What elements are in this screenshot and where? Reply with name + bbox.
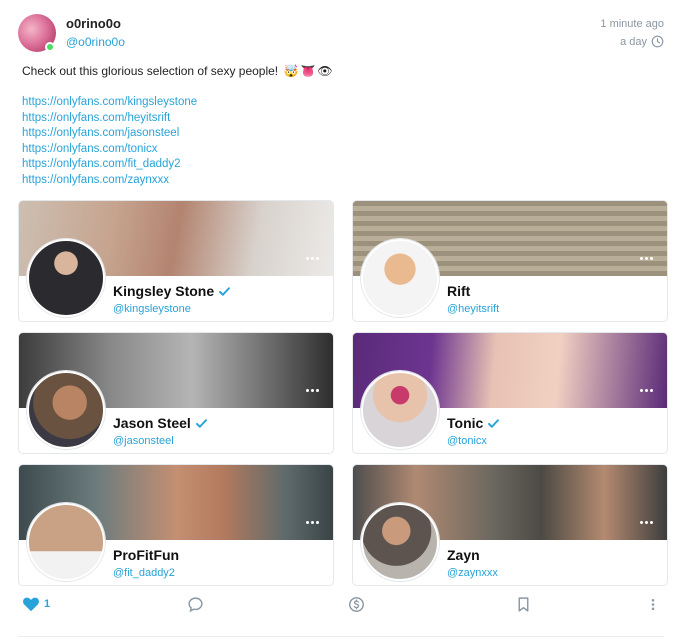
author-name[interactable]: o0rino0o bbox=[66, 16, 121, 31]
more-icon[interactable] bbox=[637, 385, 655, 395]
profile-name-text: Tonic bbox=[447, 415, 484, 431]
profile-name-text: Rift bbox=[447, 283, 471, 299]
profile-avatar[interactable] bbox=[27, 239, 105, 317]
clock-icon bbox=[651, 35, 664, 48]
more-icon[interactable] bbox=[303, 517, 321, 527]
profile-link[interactable]: https://onlyfans.com/kingsleystone bbox=[22, 95, 197, 111]
more-icon[interactable] bbox=[303, 385, 321, 395]
profile-name-text: Jason Steel bbox=[113, 415, 191, 431]
verified-icon bbox=[488, 418, 500, 428]
profile-card[interactable]: ProFitFun @fit_daddy2 bbox=[18, 464, 334, 586]
post-expiry: a day bbox=[620, 35, 664, 48]
more-icon[interactable] bbox=[637, 517, 655, 527]
profile-link[interactable]: https://onlyfans.com/jasonsteel bbox=[22, 126, 197, 142]
profile-name[interactable]: Jason Steel bbox=[113, 415, 208, 431]
profile-card[interactable]: Zayn @zaynxxx bbox=[352, 464, 668, 586]
profile-name[interactable]: Zayn bbox=[447, 547, 480, 563]
profile-link[interactable]: https://onlyfans.com/heyitsrift bbox=[22, 111, 197, 127]
profile-handle[interactable]: @zaynxxx bbox=[447, 567, 498, 579]
more-vertical-icon[interactable] bbox=[647, 596, 659, 613]
verified-icon bbox=[219, 286, 231, 296]
tip-icon[interactable] bbox=[348, 596, 365, 613]
profile-name[interactable]: Kingsley Stone bbox=[113, 283, 231, 299]
post-text: Check out this glorious selection of sex… bbox=[22, 64, 333, 78]
post-timestamp[interactable]: 1 minute ago bbox=[600, 18, 664, 30]
online-status-dot bbox=[45, 42, 55, 52]
expiry-text: a day bbox=[620, 35, 647, 48]
profile-avatar[interactable] bbox=[361, 239, 439, 317]
profile-name[interactable]: ProFitFun bbox=[113, 547, 179, 563]
profile-card[interactable]: Jason Steel @jasonsteel bbox=[18, 332, 334, 454]
profile-card[interactable]: Rift @heyitsrift bbox=[352, 200, 668, 322]
post-divider bbox=[18, 636, 664, 637]
profile-handle[interactable]: @heyitsrift bbox=[447, 303, 499, 315]
profile-handle[interactable]: @jasonsteel bbox=[113, 435, 174, 447]
more-icon[interactable] bbox=[637, 253, 655, 263]
profile-avatar[interactable] bbox=[27, 503, 105, 581]
profile-handle[interactable]: @tonicx bbox=[447, 435, 487, 447]
profile-name-text: Kingsley Stone bbox=[113, 283, 215, 299]
profile-avatar[interactable] bbox=[27, 371, 105, 449]
verified-icon bbox=[195, 418, 207, 428]
heart-icon[interactable] bbox=[22, 596, 40, 612]
more-icon[interactable] bbox=[303, 253, 321, 263]
tongue-emoji: 👅 bbox=[300, 64, 316, 78]
profile-avatar[interactable] bbox=[361, 503, 439, 581]
profile-name[interactable]: Tonic bbox=[447, 415, 500, 431]
post: o0rino0o @o0rino0o 1 minute ago a day Ch… bbox=[0, 0, 680, 644]
profile-name-text: ProFitFun bbox=[113, 547, 180, 563]
profile-card[interactable]: Kingsley Stone @kingsleystone bbox=[18, 200, 334, 322]
like-count: 1 bbox=[44, 598, 51, 610]
profile-card[interactable]: Tonic @tonicx bbox=[352, 332, 668, 454]
profile-handle[interactable]: @kingsleystone bbox=[113, 303, 191, 315]
profile-link[interactable]: https://onlyfans.com/tonicx bbox=[22, 142, 197, 158]
profile-name-text: Zayn bbox=[447, 547, 480, 563]
profile-link[interactable]: https://onlyfans.com/fit_daddy2 bbox=[22, 157, 197, 173]
exploding-head-emoji: 🤯 bbox=[283, 64, 299, 78]
profile-link[interactable]: https://onlyfans.com/zaynxxx bbox=[22, 173, 197, 189]
post-links: https://onlyfans.com/kingsleystone https… bbox=[22, 95, 197, 189]
profile-name[interactable]: Rift bbox=[447, 283, 470, 299]
post-text-content: Check out this glorious selection of sex… bbox=[22, 64, 279, 78]
post-actions: 1 bbox=[0, 590, 680, 620]
comment-icon[interactable] bbox=[187, 596, 204, 613]
eye-emoji: 👁 bbox=[317, 64, 333, 78]
profile-avatar[interactable] bbox=[361, 371, 439, 449]
author-handle[interactable]: @o0rino0o bbox=[66, 35, 125, 49]
profile-handle[interactable]: @fit_daddy2 bbox=[113, 567, 175, 579]
bookmark-icon[interactable] bbox=[516, 596, 531, 613]
